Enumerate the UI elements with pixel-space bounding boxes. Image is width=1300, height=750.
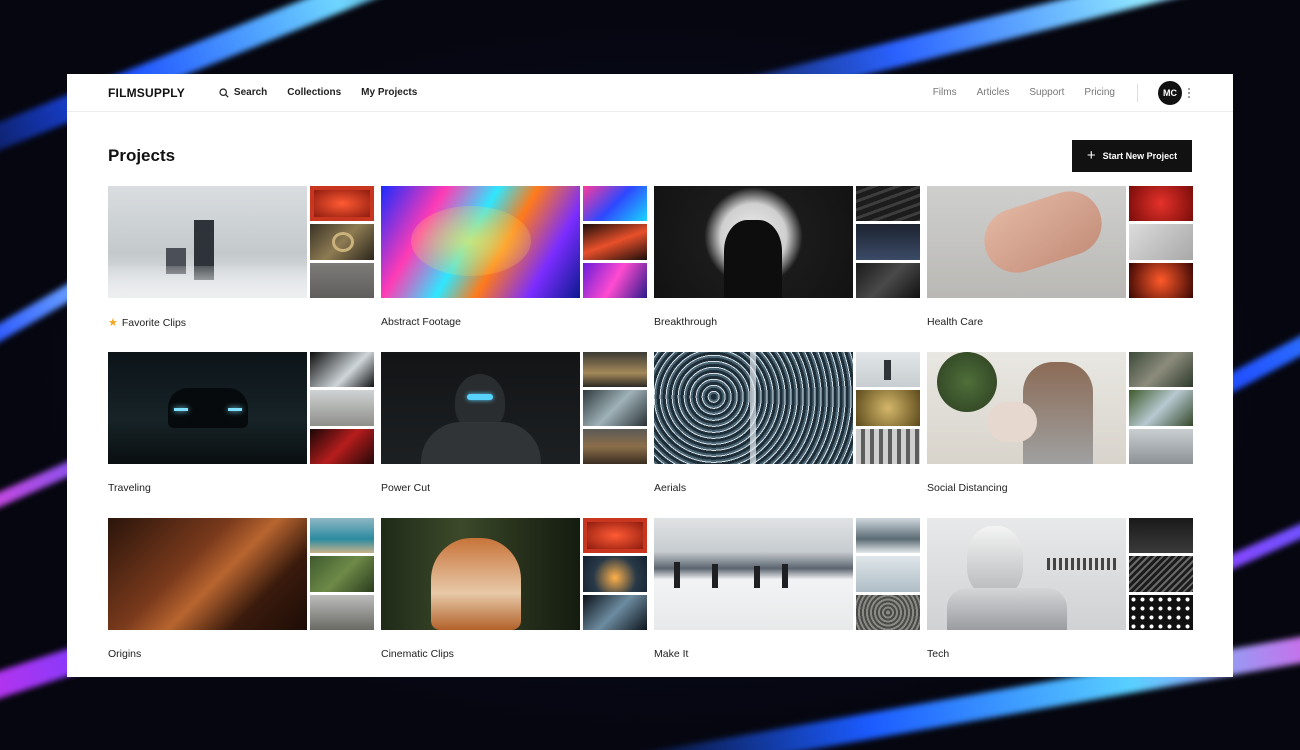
project-thumbnail	[310, 262, 374, 298]
project-card-abstract-footage[interactable]: Abstract Footage	[381, 186, 647, 352]
project-thumbnail	[856, 518, 920, 554]
avatar[interactable]: MC	[1158, 80, 1182, 105]
project-title: Tech	[927, 648, 950, 660]
project-title: Power Cut	[381, 482, 431, 494]
project-thumbnail	[583, 186, 647, 222]
project-title: Traveling	[108, 482, 151, 494]
project-thumbnail	[108, 186, 307, 298]
project-thumbnail	[583, 594, 647, 630]
project-thumbnail	[310, 518, 374, 554]
top-navigation-bar: FILMSUPPLY Search Collections My Project…	[67, 74, 1233, 112]
project-thumbnail	[1129, 390, 1193, 426]
project-card-aerials[interactable]: Aerials	[654, 352, 920, 518]
project-thumbnail	[583, 556, 647, 592]
project-thumbnail	[1129, 428, 1193, 464]
star-icon: ★	[108, 317, 118, 329]
project-title: ★ Favorite Clips	[108, 316, 187, 330]
project-thumbnail	[310, 352, 374, 388]
project-thumbnail	[381, 352, 580, 464]
brand-logo[interactable]: FILMSUPPLY	[108, 86, 185, 100]
project-thumbnail	[108, 518, 307, 630]
page-title: Projects	[108, 146, 176, 165]
project-thumbnail	[583, 390, 647, 426]
project-title: Breakthrough	[654, 316, 718, 328]
collections-link[interactable]: Collections	[287, 87, 341, 98]
project-card-health-care[interactable]: Health Care	[927, 186, 1193, 352]
project-card-tech[interactable]: Tech	[927, 518, 1193, 677]
project-thumbnail	[927, 352, 1126, 464]
project-thumbnail	[1129, 224, 1193, 260]
project-thumbnail	[856, 390, 920, 426]
project-thumbnail	[856, 428, 920, 464]
projects-grid: ★ Favorite Clips Abstract Footage Breakt…	[108, 186, 1193, 677]
project-title: Abstract Footage	[381, 316, 461, 328]
project-thumbnail	[856, 594, 920, 630]
primary-nav: Search Collections My Projects	[219, 87, 417, 98]
start-new-project-label: Start New Project	[1102, 151, 1178, 161]
project-title: Cinematic Clips	[381, 648, 454, 660]
project-thumbnail	[654, 352, 853, 464]
plus-icon: +	[1086, 146, 1096, 164]
project-thumbnail	[1129, 262, 1193, 298]
project-title: Make It	[654, 648, 689, 660]
project-thumbnail	[583, 352, 647, 388]
secondary-nav: Films Articles Support Pricing MC	[933, 80, 1192, 105]
project-thumbnail	[108, 352, 307, 464]
project-thumbnail	[927, 518, 1126, 630]
project-thumbnail	[856, 556, 920, 592]
project-title: Health Care	[927, 316, 984, 328]
project-thumbnail	[310, 594, 374, 630]
project-thumbnail	[583, 224, 647, 260]
start-new-project-button[interactable]: + Start New Project	[1072, 140, 1192, 172]
project-card-make-it[interactable]: Make It	[654, 518, 920, 677]
app-window: FILMSUPPLY Search Collections My Project…	[67, 74, 1233, 677]
search-icon	[219, 87, 229, 98]
project-thumbnail	[856, 224, 920, 260]
films-link[interactable]: Films	[933, 87, 957, 98]
project-thumbnail	[1129, 352, 1193, 388]
project-thumbnail	[856, 262, 920, 298]
nav-divider	[1137, 83, 1138, 102]
project-thumbnail	[856, 186, 920, 222]
project-thumbnail	[927, 186, 1126, 298]
project-thumbnail	[856, 352, 920, 388]
project-card-social-distancing[interactable]: Social Distancing	[927, 352, 1193, 518]
project-title: Social Distancing	[927, 482, 1008, 494]
pricing-link[interactable]: Pricing	[1084, 87, 1115, 98]
page-header: Projects + Start New Project	[108, 140, 1192, 172]
my-projects-link[interactable]: My Projects	[361, 87, 417, 98]
project-thumbnail	[310, 224, 374, 260]
project-card-favorite-clips[interactable]: ★ Favorite Clips	[108, 186, 374, 352]
project-thumbnail	[310, 186, 374, 222]
project-title: Origins	[108, 648, 142, 660]
project-thumbnail	[310, 428, 374, 464]
search-label: Search	[233, 87, 268, 98]
project-thumbnail	[1129, 594, 1193, 630]
project-card-power-cut[interactable]: Power Cut	[381, 352, 647, 518]
project-thumbnail	[310, 390, 374, 426]
project-thumbnail	[654, 186, 853, 298]
project-thumbnail	[583, 262, 647, 298]
project-card-origins[interactable]: Origins	[108, 518, 374, 677]
search-link[interactable]: Search	[219, 87, 267, 98]
project-thumbnail	[1129, 556, 1193, 592]
project-title: Aerials	[654, 482, 687, 494]
kebab-menu-icon[interactable]	[1188, 87, 1192, 98]
project-thumbnail	[583, 518, 647, 554]
project-thumbnail	[654, 518, 853, 630]
project-thumbnail	[381, 518, 580, 630]
project-thumbnail	[1129, 186, 1193, 222]
project-card-breakthrough[interactable]: Breakthrough	[654, 186, 920, 352]
project-thumbnail	[310, 556, 374, 592]
project-thumbnail	[381, 186, 580, 298]
project-card-traveling[interactable]: Traveling	[108, 352, 374, 518]
project-thumbnail	[583, 428, 647, 464]
support-link[interactable]: Support	[1029, 87, 1064, 98]
project-thumbnail	[1129, 518, 1193, 554]
articles-link[interactable]: Articles	[977, 87, 1010, 98]
project-card-cinematic-clips[interactable]: Cinematic Clips	[381, 518, 647, 677]
